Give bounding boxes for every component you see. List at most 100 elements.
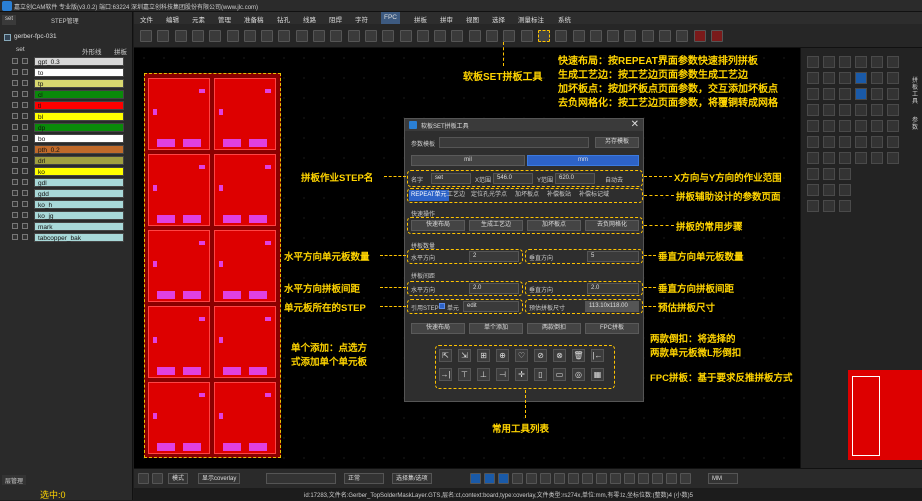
toolbar-tool-icon[interactable] (226, 30, 239, 42)
layer-select-checkbox[interactable] (22, 168, 28, 174)
layer-row[interactable]: gdd (2, 189, 130, 198)
right-tool-icon[interactable] (839, 152, 851, 164)
layer-row[interactable]: ko_h (2, 200, 130, 209)
right-tool-icon[interactable] (807, 136, 819, 148)
save-template-button[interactable]: 另存模板 (595, 137, 639, 148)
toolbar-tool-icon[interactable] (174, 30, 187, 42)
right-tool-icon[interactable] (807, 72, 819, 84)
param-tab[interactable]: 加坏板点 (515, 190, 539, 201)
right-tool-icon[interactable] (823, 72, 835, 84)
layer-row[interactable]: tl (2, 101, 130, 110)
tool-icon[interactable]: ♡ (515, 349, 528, 362)
menu-item[interactable]: 拼板 (414, 14, 427, 24)
toolbar-tool-icon[interactable] (157, 30, 170, 42)
layer-select-checkbox[interactable] (22, 201, 28, 207)
display-mode-select[interactable]: 正常 (344, 473, 384, 484)
param-template-select[interactable] (439, 137, 589, 148)
toolbar-tool-icon[interactable] (209, 30, 222, 42)
param-tab[interactable]: REPEAT单元 (409, 190, 449, 201)
layer-select-checkbox[interactable] (22, 113, 28, 119)
bottom-tool-icon[interactable] (540, 473, 551, 484)
bottom-tool-icon[interactable] (554, 473, 565, 484)
right-tool-icon[interactable] (855, 152, 867, 164)
bottom-tool-icon[interactable] (680, 473, 691, 484)
right-tool-icon[interactable] (887, 88, 899, 100)
ref-step-select[interactable]: edit (463, 301, 519, 312)
param-tab[interactable]: 工艺边 (447, 190, 465, 201)
param-tab[interactable]: 定位孔光学点 (471, 190, 507, 201)
toolbar-tool-icon[interactable] (416, 30, 429, 42)
tab-step-manager[interactable]: STEP管理 (48, 15, 82, 25)
toolbar-tool-icon[interactable] (261, 30, 274, 42)
layer-select-checkbox[interactable] (22, 179, 28, 185)
right-tool-icon[interactable] (823, 184, 835, 196)
tool-icon[interactable]: ▦ (591, 368, 604, 381)
right-tool-icon[interactable] (839, 136, 851, 148)
unit-mil-button[interactable]: mil (411, 155, 525, 166)
toolbar-tool-icon[interactable] (382, 30, 395, 42)
right-tool-icon[interactable] (871, 152, 883, 164)
right-tool-icon[interactable] (823, 88, 835, 100)
layer-select-checkbox[interactable] (22, 69, 28, 75)
toolbar-tool-icon[interactable] (693, 30, 706, 42)
bottom-tool-icon[interactable] (624, 473, 635, 484)
prev-icon[interactable] (138, 473, 149, 484)
action-button[interactable]: 单个添加 (469, 323, 523, 334)
right-tool-icon[interactable] (839, 56, 851, 68)
action-button[interactable]: 快速布局 (411, 323, 465, 334)
right-tool-icon[interactable] (823, 104, 835, 116)
command-input[interactable] (266, 473, 336, 484)
tool-icon[interactable]: ⇲ (458, 349, 471, 362)
y-range-input[interactable]: 620.0 (555, 173, 595, 184)
toolbar-tool-icon[interactable] (468, 30, 481, 42)
menu-item[interactable]: 元素 (192, 14, 205, 24)
v-gap-input[interactable]: 2.0 (587, 283, 639, 294)
menu-item[interactable]: 阻焊 (329, 14, 342, 24)
layer-row[interactable]: bl (2, 112, 130, 121)
layer-select-checkbox[interactable] (22, 102, 28, 108)
quick-op-button[interactable]: 去负网格化 (585, 220, 639, 231)
right-tool-icon[interactable] (855, 88, 867, 100)
layer-row[interactable]: to (2, 68, 130, 77)
menu-item[interactable]: FPC (381, 12, 400, 24)
toolbar-tool-icon[interactable] (659, 30, 671, 42)
toolbar-tool-icon[interactable] (555, 30, 568, 42)
right-tool-icon[interactable] (807, 104, 819, 116)
right-tool-icon[interactable] (807, 120, 819, 132)
right-tool-icon[interactable] (871, 72, 883, 84)
layer-manager-button[interactable]: 层管理 (2, 475, 27, 485)
right-tool-icon[interactable] (807, 168, 819, 180)
next-icon[interactable] (152, 473, 163, 484)
layer-visible-checkbox[interactable] (12, 157, 18, 163)
bottom-tool-icon[interactable] (470, 473, 481, 484)
layer-row[interactable]: bo (2, 134, 130, 143)
right-tool-icon[interactable] (839, 72, 851, 84)
quick-op-button[interactable]: 快速布局 (411, 220, 465, 231)
right-tool-icon[interactable] (807, 152, 819, 164)
layer-select-checkbox[interactable] (22, 212, 28, 218)
panel-unit[interactable] (148, 78, 210, 150)
action-button[interactable]: 两款倒扣 (527, 323, 581, 334)
right-tool-icon[interactable] (823, 168, 835, 180)
v-count-input[interactable]: 5 (587, 251, 639, 262)
bottom-tool-icon[interactable] (512, 473, 523, 484)
layer-visible-checkbox[interactable] (12, 146, 18, 152)
layer-row[interactable]: cl (2, 90, 130, 99)
right-tool-icon[interactable] (823, 200, 835, 212)
bottom-tool-icon[interactable] (498, 473, 509, 484)
param-tab[interactable]: 补偿标记域 (579, 190, 609, 201)
tool-icon[interactable]: ▯ (534, 368, 547, 381)
toolbar-tool-icon[interactable] (434, 30, 447, 42)
toolbar-tool-icon[interactable] (503, 30, 516, 42)
tool-icon[interactable]: ⇱ (439, 349, 452, 362)
toolbar-tool-icon[interactable] (624, 30, 637, 42)
right-tool-icon[interactable] (855, 136, 867, 148)
right-tool-icon[interactable] (807, 184, 819, 196)
step-name-input[interactable]: set (431, 173, 471, 184)
layer-visible-checkbox[interactable] (12, 124, 18, 130)
right-tool-icon[interactable] (871, 56, 883, 68)
toolbar-tool-icon[interactable] (607, 30, 620, 42)
toolbar-tool-icon[interactable] (243, 30, 256, 42)
layer-row[interactable]: tabcopper_bak (2, 233, 130, 242)
tool-icon[interactable]: →| (439, 368, 452, 381)
